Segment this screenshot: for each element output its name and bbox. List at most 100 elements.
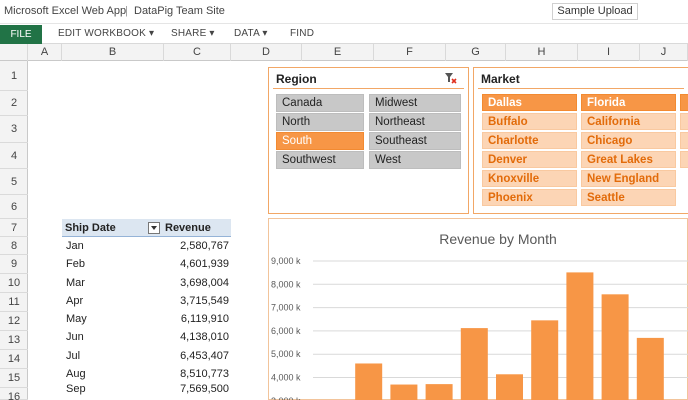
y-tick-label: 5,000 k	[271, 349, 301, 359]
row-header[interactable]: 10	[0, 274, 28, 293]
row-header[interactable]: 1	[0, 61, 28, 91]
row-header-bar: 1 2 3 4 5 6 7 8 9 10 11 12 13 14 15 16	[0, 61, 28, 400]
chart-bar[interactable]	[355, 363, 383, 400]
column-header-h[interactable]: H	[506, 44, 578, 61]
region-slicer-divider	[273, 88, 464, 89]
pivot-revenue: 6,453,407	[180, 350, 229, 362]
revenue-header: Revenue	[165, 222, 211, 234]
region-item-midwest[interactable]: Midwest	[369, 94, 461, 112]
row-header[interactable]: 7	[0, 219, 28, 237]
market-item-partial[interactable]	[680, 132, 688, 149]
pivot-revenue: 4,601,939	[180, 258, 229, 270]
row-header[interactable]: 16	[0, 388, 28, 400]
column-header-g[interactable]: G	[446, 44, 506, 61]
region-slicer: Region Canada Midwest North Northeast So…	[268, 67, 469, 214]
market-item-dallas[interactable]: Dallas	[482, 94, 577, 111]
pivot-revenue: 3,698,004	[180, 277, 229, 289]
y-tick-label: 4,000 k	[271, 373, 301, 383]
chart-title: Revenue by Month	[439, 231, 557, 247]
column-header-j[interactable]: J	[640, 44, 688, 61]
column-header-i[interactable]: I	[578, 44, 640, 61]
market-item-partial[interactable]	[680, 94, 688, 111]
chart-bar[interactable]	[531, 320, 559, 400]
region-item-canada[interactable]: Canada	[276, 94, 364, 112]
market-item-buffalo[interactable]: Buffalo	[482, 113, 577, 130]
pivot-row[interactable]: Jan 2,580,767	[62, 237, 231, 256]
pivot-revenue: 6,119,910	[180, 313, 229, 325]
revenue-chart-svg: Revenue by Month 9,000 k 8,000 k 7,000 k 6,…	[271, 231, 688, 400]
chart-bar[interactable]	[460, 328, 488, 400]
edit-workbook-menu[interactable]: EDIT WORKBOOK ▾	[58, 28, 154, 39]
market-item-seattle[interactable]: Seattle	[581, 189, 676, 206]
row-header[interactable]: 3	[0, 116, 28, 143]
market-item-chicago[interactable]: Chicago	[581, 132, 676, 149]
row-header[interactable]: 11	[0, 293, 28, 312]
clear-filter-icon[interactable]	[444, 72, 458, 85]
row-header[interactable]: 13	[0, 331, 28, 350]
column-header-d[interactable]: D	[231, 44, 302, 61]
pivot-row[interactable]: May 6,119,910	[62, 310, 231, 329]
chart-bar[interactable]	[390, 384, 418, 400]
pivot-row[interactable]: Sep 7,569,500	[62, 380, 231, 400]
row-header[interactable]: 15	[0, 369, 28, 388]
market-item-new-england[interactable]: New England	[581, 170, 676, 187]
region-item-northeast[interactable]: Northeast	[369, 113, 461, 131]
row-header[interactable]: 2	[0, 91, 28, 116]
market-item-phoenix[interactable]: Phoenix	[482, 189, 577, 206]
chart-bar[interactable]	[566, 272, 594, 400]
region-item-north[interactable]: North	[276, 113, 364, 131]
pivot-row[interactable]: Jun 4,138,010	[62, 328, 231, 347]
pivot-row[interactable]: Apr 3,715,549	[62, 292, 231, 311]
column-header-e[interactable]: E	[302, 44, 374, 61]
site-name-link[interactable]: DataPig Team Site	[134, 5, 225, 17]
chart-bar[interactable]	[496, 374, 523, 400]
row-header[interactable]: 8	[0, 237, 28, 255]
column-header-bar: A B C D E F G H I J	[0, 44, 688, 61]
file-tab[interactable]: FILE	[0, 25, 42, 44]
market-item-great-lakes[interactable]: Great Lakes	[581, 151, 676, 168]
market-item-charlotte[interactable]: Charlotte	[482, 132, 577, 149]
region-item-southwest[interactable]: Southwest	[276, 151, 364, 169]
data-menu[interactable]: DATA ▾	[234, 28, 268, 39]
row-header[interactable]: 6	[0, 195, 28, 219]
market-item-partial[interactable]	[680, 151, 688, 168]
row-header[interactable]: 4	[0, 143, 28, 169]
chart-bar[interactable]	[425, 384, 453, 400]
pivot-month: May	[66, 313, 87, 325]
y-tick-label: 3,000 k	[271, 396, 301, 400]
market-item-partial[interactable]	[680, 113, 688, 130]
market-item-denver[interactable]: Denver	[482, 151, 577, 168]
region-item-southeast[interactable]: Southeast	[369, 132, 461, 150]
y-tick-label: 7,000 k	[271, 303, 301, 313]
region-item-west[interactable]: West	[369, 151, 461, 169]
revenue-chart[interactable]: Revenue by Month 9,000 k 8,000 k 7,000 k 6,…	[268, 218, 688, 400]
market-item-california[interactable]: California	[581, 113, 676, 130]
row-header[interactable]: 5	[0, 169, 28, 195]
pivot-month: Mar	[66, 277, 85, 289]
row-header[interactable]: 9	[0, 255, 28, 274]
market-slicer-divider	[478, 88, 684, 89]
pivot-month: Apr	[66, 295, 84, 307]
column-header-f[interactable]: F	[374, 44, 446, 61]
column-header-b[interactable]: B	[62, 44, 164, 61]
y-tick-label: 8,000 k	[271, 279, 301, 289]
share-menu[interactable]: SHARE ▾	[171, 28, 215, 39]
region-item-south[interactable]: South	[276, 132, 364, 150]
chart-bar[interactable]	[636, 337, 664, 400]
document-name[interactable]: Sample Upload	[552, 3, 638, 20]
market-item-knoxville[interactable]: Knoxville	[482, 170, 577, 187]
pivot-row[interactable]: Jul 6,453,407	[62, 347, 231, 366]
pivot-row[interactable]: Feb 4,601,939	[62, 255, 231, 274]
ribbon-menu: FILE EDIT WORKBOOK ▾ SHARE ▾ DATA ▾ FIND	[0, 24, 688, 44]
pivot-row[interactable]: Mar 3,698,004	[62, 274, 231, 293]
market-slicer: Market Dallas Florida Buffalo California…	[473, 67, 688, 214]
row-header[interactable]: 14	[0, 350, 28, 369]
select-all-corner[interactable]	[0, 44, 28, 61]
column-header-a[interactable]: A	[28, 44, 62, 61]
row-header[interactable]: 12	[0, 312, 28, 331]
filter-dropdown-icon[interactable]	[148, 222, 160, 234]
chart-bar[interactable]	[601, 294, 629, 400]
find-menu[interactable]: FIND	[290, 28, 314, 39]
column-header-c[interactable]: C	[164, 44, 231, 61]
market-item-florida[interactable]: Florida	[581, 94, 676, 111]
